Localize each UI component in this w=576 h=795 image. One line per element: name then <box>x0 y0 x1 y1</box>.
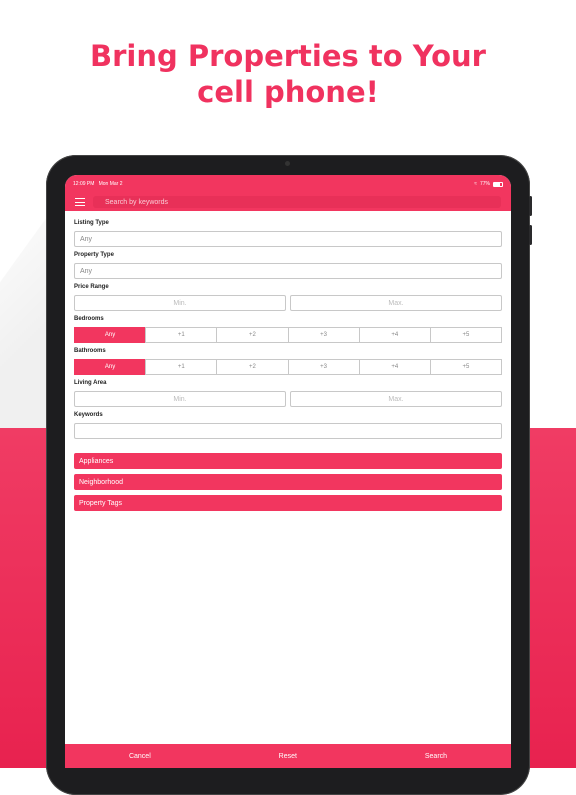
keywords-field[interactable] <box>74 423 502 439</box>
search-input[interactable]: Search by keywords <box>93 196 501 208</box>
bedrooms-option-1[interactable]: +1 <box>145 327 218 343</box>
bathrooms-selector: Any +1 +2 +3 +4 +5 <box>74 359 503 375</box>
app-screen: 12:09 PM Mon Mar 2 ≈ 77% Search by keywo… <box>65 175 511 768</box>
battery-icon <box>493 181 503 187</box>
price-min-field[interactable]: Min. <box>74 295 286 311</box>
bathrooms-option-any[interactable]: Any <box>74 359 147 375</box>
reset-button[interactable]: Reset <box>279 753 297 760</box>
bathrooms-option-3[interactable]: +3 <box>287 359 360 375</box>
bedrooms-option-any[interactable]: Any <box>74 327 147 343</box>
nav-bar: Search by keywords <box>65 193 511 211</box>
bathrooms-option-5[interactable]: +5 <box>429 359 503 375</box>
volume-button-up <box>529 196 532 216</box>
status-bar: 12:09 PM Mon Mar 2 ≈ 77% <box>65 175 511 193</box>
section-appliances[interactable]: Appliances <box>74 453 502 469</box>
living-area-label: Living Area <box>74 380 107 386</box>
property-type-field[interactable]: Any <box>74 263 502 279</box>
headline-line1: Bring Properties to Your <box>90 39 486 73</box>
search-placeholder: Search by keywords <box>105 198 169 206</box>
listing-type-field[interactable]: Any <box>74 231 502 247</box>
living-area-min-field[interactable]: Min. <box>74 391 286 407</box>
status-time: 12:09 PM <box>73 181 95 187</box>
living-area-min-placeholder: Min. <box>173 395 187 403</box>
bedrooms-option-5[interactable]: +5 <box>429 327 503 343</box>
property-type-value: Any <box>80 267 93 275</box>
section-property-tags[interactable]: Property Tags <box>74 495 502 511</box>
section-neighborhood[interactable]: Neighborhood <box>74 474 502 490</box>
price-range-label: Price Range <box>74 284 109 290</box>
bottom-bar: Cancel Reset Search <box>65 744 511 768</box>
bathrooms-label: Bathrooms <box>74 348 106 354</box>
headline-line2: cell phone! <box>197 75 379 109</box>
search-button[interactable]: Search <box>425 753 447 760</box>
headline: Bring Properties to Your cell phone! <box>0 38 576 110</box>
bathrooms-option-2[interactable]: +2 <box>216 359 289 375</box>
cancel-button[interactable]: Cancel <box>129 753 151 760</box>
menu-icon[interactable] <box>75 198 85 206</box>
filter-form: Listing Type Any Property Type Any Price… <box>65 211 511 511</box>
listing-type-value: Any <box>80 235 93 243</box>
price-min-placeholder: Min. <box>173 299 187 307</box>
keywords-label: Keywords <box>74 412 103 418</box>
camera-icon <box>285 161 290 166</box>
bedrooms-option-3[interactable]: +3 <box>287 327 360 343</box>
price-max-field[interactable]: Max. <box>290 295 502 311</box>
wifi-icon: ≈ <box>474 181 477 187</box>
bedrooms-selector: Any +1 +2 +3 +4 +5 <box>74 327 503 343</box>
price-max-placeholder: Max. <box>388 299 404 307</box>
volume-button-down <box>529 225 532 245</box>
property-type-label: Property Type <box>74 252 114 258</box>
bedrooms-option-2[interactable]: +2 <box>216 327 289 343</box>
living-area-max-placeholder: Max. <box>388 395 404 403</box>
battery-percent: 77% <box>479 181 490 187</box>
living-area-max-field[interactable]: Max. <box>290 391 502 407</box>
bathrooms-option-1[interactable]: +1 <box>145 359 218 375</box>
bedrooms-label: Bedrooms <box>74 316 104 322</box>
bedrooms-option-4[interactable]: +4 <box>358 327 431 343</box>
bathrooms-option-4[interactable]: +4 <box>358 359 431 375</box>
listing-type-label: Listing Type <box>74 220 109 226</box>
status-date: Mon Mar 2 <box>98 181 123 187</box>
